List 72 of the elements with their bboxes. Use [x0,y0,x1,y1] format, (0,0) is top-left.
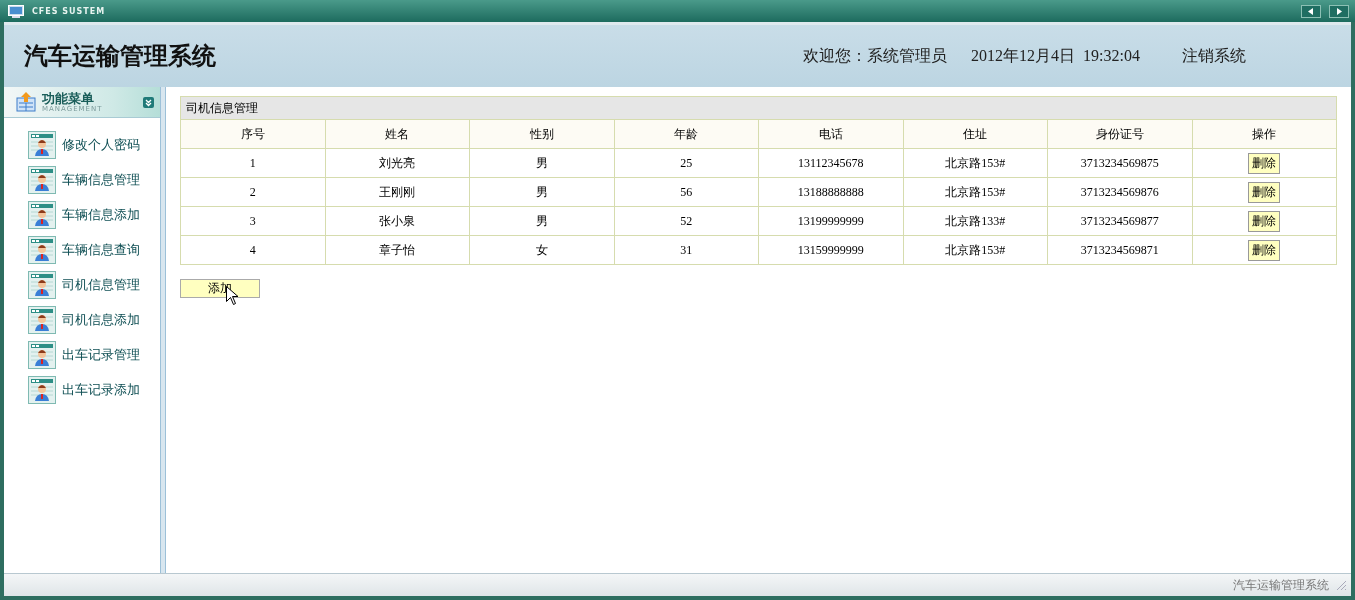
collapse-icon[interactable] [143,96,154,108]
table-cell: 13159999999 [758,235,903,265]
table-cell: 25 [614,148,759,178]
user-card-icon [28,130,56,159]
column-header: 操作 [1192,119,1337,149]
user-card-icon [28,200,56,229]
table-cell: 男 [469,206,614,236]
column-header: 身份证号 [1047,119,1192,149]
user-card-icon [28,165,56,194]
logout-link[interactable]: 注销系统 [1182,45,1246,67]
app-title: 汽车运输管理系统 [24,42,216,71]
delete-button[interactable]: 删除 [1248,152,1281,174]
table-cell: 3713234569875 [1047,148,1192,178]
left-arrow-icon [1308,7,1314,15]
table-cell: 1 [180,148,325,178]
table-cell: 章子怡 [325,235,470,265]
user-card-icon [28,375,56,404]
table-cell: 31 [614,235,759,265]
column-header: 电话 [758,119,903,149]
user-card-icon [28,235,56,264]
table-cell: 男 [469,177,614,207]
sidebar-title: 功能菜单 [42,91,94,105]
table-cell: 52 [614,206,759,236]
column-header: 年龄 [614,119,759,149]
delete-button[interactable]: 删除 [1248,239,1281,261]
user-card-icon [28,305,56,334]
table-cell: 3713234569871 [1047,235,1192,265]
table-cell: 北京路153# [903,177,1048,207]
table-cell: 13188888888 [758,177,903,207]
menu-item[interactable]: 司机信息添加 [28,305,160,334]
menu-item[interactable]: 出车记录管理 [28,340,160,369]
table-cell: 3713234569877 [1047,206,1192,236]
menu-item[interactable]: 出车记录添加 [28,375,160,404]
column-header: 性别 [469,119,614,149]
delete-button[interactable]: 删除 [1248,210,1281,232]
table-cell: 北京路153# [903,148,1048,178]
table-cell: 13112345678 [758,148,903,178]
table-cell: 北京路133# [903,206,1048,236]
table-cell: 13199999999 [758,206,903,236]
previous-button[interactable] [1301,4,1321,18]
right-arrow-icon [1336,7,1342,15]
upload-folder-icon [16,92,36,112]
user-card-icon [28,340,56,369]
menu-item[interactable]: 修改个人密码 [28,130,160,159]
table-cell: 4 [180,235,325,265]
resize-grip-icon[interactable] [1335,579,1347,591]
date-time: 2012年12月4日 19:32:04 [971,45,1140,66]
table-cell: 张小泉 [325,206,470,236]
delete-button[interactable]: 删除 [1248,181,1281,203]
welcome-text: 欢迎您：系统管理员 [803,45,948,66]
user-card-icon [28,270,56,299]
panel-title: 司机信息管理 [180,96,1337,120]
column-header: 序号 [180,119,325,149]
menu-item[interactable]: 车辆信息查询 [28,235,160,264]
table-cell: 北京路153# [903,235,1048,265]
status-text: 汽车运输管理系统 [1233,576,1329,594]
table-cell: 2 [180,177,325,207]
table-cell: 3 [180,206,325,236]
window-title: CFES SUSTEM [32,6,106,16]
table-cell: 女 [469,235,614,265]
table-cell: 刘光亮 [325,148,470,178]
menu-item[interactable]: 司机信息管理 [28,270,160,299]
next-button[interactable] [1329,4,1349,18]
table-cell: 男 [469,148,614,178]
column-header: 住址 [903,119,1048,149]
menu-item[interactable]: 车辆信息添加 [28,200,160,229]
monitor-icon [8,4,24,18]
column-header: 姓名 [325,119,470,149]
table-cell: 王刚刚 [325,177,470,207]
menu-item[interactable]: 车辆信息管理 [28,165,160,194]
table-cell: 56 [614,177,759,207]
table-cell: 3713234569876 [1047,177,1192,207]
